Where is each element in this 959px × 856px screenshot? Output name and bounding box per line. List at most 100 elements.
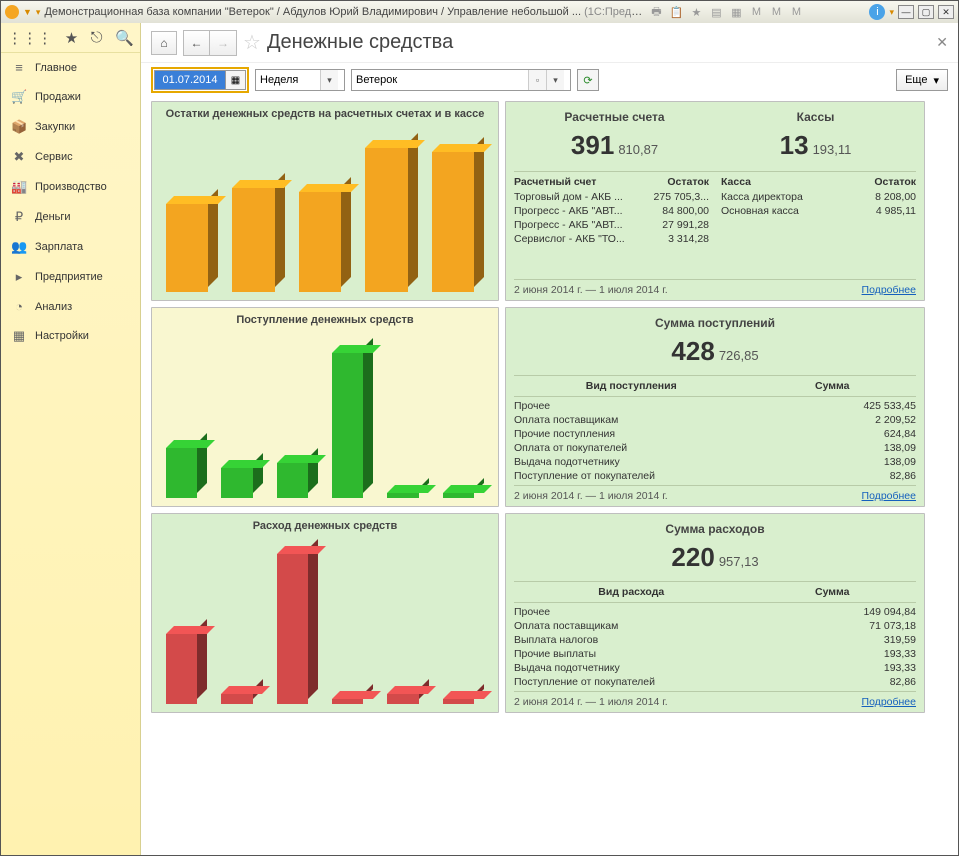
sidebar-item-9[interactable]: ▦Настройки [1, 321, 140, 351]
sidebar-item-7[interactable]: ▸Предприятие [1, 262, 140, 292]
sidebar-item-5[interactable]: ₽Деньги [1, 202, 140, 232]
org-input[interactable] [352, 70, 528, 90]
table-row[interactable]: Прогресс - АКБ "АВТ...84 800,00 [514, 204, 709, 218]
chart-bar[interactable] [232, 132, 284, 292]
chart-bar[interactable] [277, 544, 318, 704]
chart-bar[interactable] [277, 338, 318, 498]
sidebar-item-2[interactable]: 📦Закупки [1, 112, 140, 142]
cash-heading: Кассы [719, 110, 912, 126]
sidebar-item-4[interactable]: 🏭Производство [1, 172, 140, 202]
page-title: Денежные средства [267, 31, 453, 54]
toolbar-calc-icon[interactable]: ▤ [708, 4, 724, 20]
income-chart[interactable] [160, 330, 490, 498]
chart-bar[interactable] [387, 544, 428, 704]
table-row[interactable]: Оплата от покупателей138,09 [514, 441, 916, 455]
help-chevron-icon[interactable]: ▾ [889, 7, 894, 18]
table-row[interactable]: Прочее425 533,45 [514, 399, 916, 413]
income-details-link[interactable]: Подробнее [862, 490, 916, 502]
table-row[interactable]: Торговый дом - АКБ ...275 705,3... [514, 190, 709, 204]
sidebar-item-3[interactable]: ✖Сервис [1, 142, 140, 172]
tab-close-button[interactable]: ✕ [936, 34, 948, 51]
minimize-button[interactable]: — [898, 5, 914, 19]
table-row[interactable]: Сервислог - АКБ "ТО...3 314,28 [514, 232, 709, 246]
home-button[interactable]: ⌂ [151, 31, 177, 55]
table-row[interactable]: Оплата поставщикам2 209,52 [514, 413, 916, 427]
chart-bar[interactable] [365, 132, 417, 292]
sidebar-icon: ₽ [11, 209, 27, 225]
table-row[interactable]: Поступление от покупателей82,86 [514, 469, 916, 483]
table-row[interactable]: Выдача подотчетнику193,33 [514, 661, 916, 675]
more-button[interactable]: Еще▾ [896, 69, 948, 91]
period-select[interactable]: ▾ [255, 69, 345, 91]
table-row[interactable]: Поступление от покупателей82,86 [514, 675, 916, 689]
date-picker[interactable]: ▦ [151, 67, 249, 93]
search-icon[interactable]: 🔍 [115, 29, 134, 47]
accounts-heading: Расчетные счета [518, 110, 711, 126]
table-row[interactable]: Оплата поставщикам71 073,18 [514, 619, 916, 633]
app-menu-chevron-icon[interactable]: ▼ [23, 7, 32, 17]
chart-bar[interactable] [166, 338, 207, 498]
table-row[interactable]: Выдача подотчетнику138,09 [514, 455, 916, 469]
app-dropdown-icon[interactable]: ▾ [36, 7, 41, 18]
toolbar-star-icon[interactable]: ★ [688, 4, 704, 20]
chart-bar[interactable] [332, 338, 373, 498]
sidebar-item-0[interactable]: ≡Главное [1, 53, 140, 82]
balances-chart[interactable] [160, 124, 490, 292]
history-icon[interactable]: ⎋ [91, 29, 103, 46]
balances-chart-title: Остатки денежных средств на расчетных сч… [160, 108, 490, 120]
sidebar: ⋮⋮⋮ ★ ⎋ 🔍 ≡Главное🛒Продажи📦Закупки✖Серви… [1, 23, 141, 855]
chart-bar[interactable] [443, 544, 484, 704]
refresh-button[interactable]: ⟳ [577, 69, 599, 91]
period-input[interactable] [256, 70, 320, 90]
org-open-icon[interactable]: ▫ [528, 70, 546, 90]
chart-bar[interactable] [443, 338, 484, 498]
toolbar-print-icon[interactable]: 🖶 [648, 4, 664, 20]
table-row[interactable]: Прочие поступления624,84 [514, 427, 916, 441]
chart-bar[interactable] [221, 338, 262, 498]
nav-forward-button[interactable]: → [210, 31, 236, 55]
table-row[interactable]: Прочие выплаты193,33 [514, 647, 916, 661]
chart-bar[interactable] [166, 132, 218, 292]
org-select[interactable]: ▫ ▾ [351, 69, 571, 91]
chart-bar[interactable] [221, 544, 262, 704]
sidebar-icon: 🏭 [11, 179, 27, 195]
favorites-icon[interactable]: ★ [65, 29, 78, 47]
org-chevron-icon[interactable]: ▾ [546, 70, 564, 90]
apps-icon[interactable]: ⋮⋮⋮ [7, 29, 52, 47]
toolbar-m2-icon[interactable]: M [768, 4, 784, 20]
toolbar-calendar-icon[interactable]: ▦ [728, 4, 744, 20]
expense-chart[interactable] [160, 536, 490, 704]
sidebar-item-6[interactable]: 👥Зарплата [1, 232, 140, 262]
window-title: Демонстрационная база компании "Ветерок"… [44, 6, 644, 18]
maximize-button[interactable]: ▢ [918, 5, 934, 19]
sidebar-item-label: Главное [35, 62, 77, 74]
favorite-star-icon[interactable]: ☆ [243, 30, 261, 55]
table-row[interactable]: Касса директора8 208,00 [721, 190, 916, 204]
sidebar-item-1[interactable]: 🛒Продажи [1, 82, 140, 112]
toolbar-clipboard-icon[interactable]: 📋 [668, 4, 684, 20]
expense-chart-card: Расход денежных средств [151, 513, 499, 713]
balances-details-link[interactable]: Подробнее [862, 284, 916, 296]
nav-back-button[interactable]: ← [184, 31, 210, 55]
chart-bar[interactable] [387, 338, 428, 498]
toolbar: ▦ ▾ ▫ ▾ ⟳ Еще▾ [141, 63, 958, 97]
table-row[interactable]: Основная касса4 985,11 [721, 204, 916, 218]
sidebar-item-label: Продажи [35, 91, 81, 103]
period-chevron-icon[interactable]: ▾ [320, 70, 338, 90]
chart-bar[interactable] [299, 132, 351, 292]
help-icon[interactable]: i [869, 4, 885, 20]
chart-bar[interactable] [332, 544, 373, 704]
toolbar-m1-icon[interactable]: M [748, 4, 764, 20]
sidebar-item-8[interactable]: ◔Анализ [1, 292, 140, 321]
close-button[interactable]: ✕ [938, 5, 954, 19]
table-row[interactable]: Прогресс - АКБ "АВТ...27 991,28 [514, 218, 709, 232]
sidebar-icon: ▸ [11, 269, 27, 285]
chart-bar[interactable] [432, 132, 484, 292]
date-input[interactable] [154, 70, 226, 90]
calendar-icon[interactable]: ▦ [226, 70, 246, 90]
table-row[interactable]: Выплата налогов319,59 [514, 633, 916, 647]
table-row[interactable]: Прочее149 094,84 [514, 605, 916, 619]
toolbar-m3-icon[interactable]: M [788, 4, 804, 20]
expense-details-link[interactable]: Подробнее [862, 696, 916, 708]
chart-bar[interactable] [166, 544, 207, 704]
